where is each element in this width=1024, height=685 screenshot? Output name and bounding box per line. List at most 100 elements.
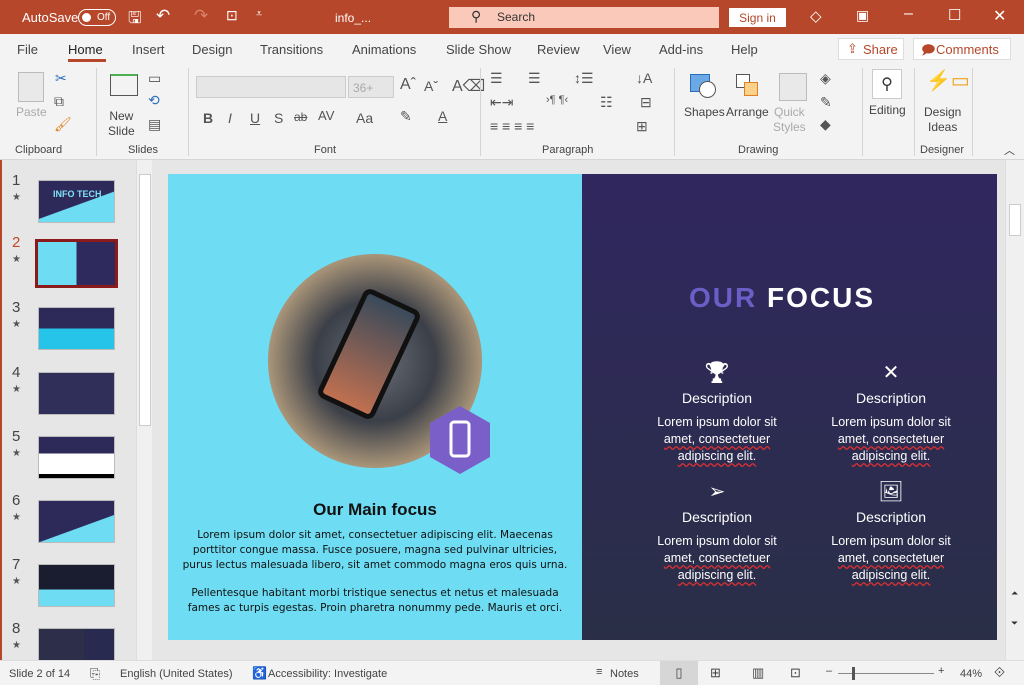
- save-icon[interactable]: 🖫: [128, 7, 142, 34]
- scrollbar-thumb[interactable]: [139, 174, 151, 426]
- file-name[interactable]: info_...: [335, 11, 371, 25]
- char-spacing-button[interactable]: AV: [318, 108, 334, 123]
- slide-counter[interactable]: Slide 2 of 14: [9, 668, 70, 680]
- shrink-font-icon[interactable]: Aˇ: [424, 78, 438, 94]
- diamond-icon[interactable]: ◇: [810, 7, 822, 25]
- slide-sorter-button[interactable]: ⊞: [710, 665, 721, 681]
- spell-check-icon[interactable]: ⎘: [90, 666, 100, 682]
- new-slide-button[interactable]: New Slide: [108, 109, 135, 139]
- fit-slide-icon[interactable]: ⟐: [994, 664, 1005, 681]
- italic-button[interactable]: I: [228, 110, 232, 126]
- maximize-button[interactable]: ☐: [948, 6, 961, 24]
- search-input[interactable]: ⚲ Search: [449, 7, 719, 28]
- slide-thumbnail[interactable]: [38, 307, 115, 350]
- shape-outline-icon[interactable]: ✎: [820, 94, 832, 111]
- reading-view-button[interactable]: ▥: [752, 665, 764, 681]
- tab-slide-show[interactable]: Slide Show: [446, 42, 511, 57]
- group-drawing: Drawing: [738, 144, 779, 156]
- tab-add-ins[interactable]: Add-ins: [659, 42, 703, 57]
- slide-thumbnail[interactable]: INFO TECH: [38, 180, 115, 223]
- shape-effects-icon[interactable]: ◆: [820, 116, 831, 133]
- collapse-ribbon-icon[interactable]: ︿: [1004, 142, 1015, 158]
- grow-font-icon[interactable]: Aˆ: [400, 76, 416, 94]
- align-icons[interactable]: ≡ ≡ ≡ ≡: [490, 118, 534, 134]
- zoom-slider-thumb[interactable]: [852, 667, 855, 680]
- slideshow-button[interactable]: ⊡: [790, 665, 801, 681]
- font-color-icon[interactable]: A: [438, 108, 447, 124]
- shadow-button[interactable]: S: [274, 110, 283, 126]
- redo-icon[interactable]: ↷: [194, 6, 208, 26]
- comments-button[interactable]: 🗩 Comments: [913, 38, 1011, 60]
- notes-button[interactable]: Notes: [610, 668, 639, 680]
- zoom-slider[interactable]: [838, 667, 934, 680]
- close-button[interactable]: ✕: [993, 6, 1006, 26]
- highlight-icon[interactable]: ✎: [400, 108, 412, 125]
- slide-scrollbar[interactable]: ⏶ ⏷: [1005, 160, 1024, 660]
- reset-icon[interactable]: ⟲: [148, 92, 160, 109]
- section-icon[interactable]: ▤: [148, 116, 161, 133]
- indent-icon[interactable]: ⇤⇥: [490, 94, 513, 111]
- font-family-select[interactable]: [196, 76, 346, 98]
- font-size-select[interactable]: 36+: [348, 76, 394, 98]
- bold-button[interactable]: B: [203, 110, 213, 126]
- slide-canvas[interactable]: Our Main focus Lorem ipsum dolor sit ame…: [168, 174, 997, 640]
- tab-view[interactable]: View: [603, 42, 631, 57]
- slide-thumbnail[interactable]: [38, 436, 115, 479]
- next-slide-icon[interactable]: ⏷: [1011, 618, 1018, 629]
- ltr-icon[interactable]: ›¶ ¶‹: [546, 94, 568, 106]
- columns-icon[interactable]: ☷: [600, 94, 613, 111]
- slide-thumbnail[interactable]: [38, 372, 115, 415]
- customize-toolbar-icon[interactable]: ⩡: [256, 8, 262, 21]
- autosave-toggle[interactable]: Off: [78, 9, 116, 26]
- tab-design[interactable]: Design: [192, 42, 232, 57]
- numbering-icon[interactable]: ☰: [528, 70, 541, 87]
- ribbon-display-icon[interactable]: ▣: [856, 7, 869, 24]
- normal-view-button[interactable]: ▯: [660, 661, 698, 685]
- slide-thumbnail[interactable]: [38, 564, 115, 607]
- prev-slide-icon[interactable]: ⏶: [1011, 588, 1018, 599]
- zoom-out-button[interactable]: –: [826, 665, 832, 677]
- line-spacing-icon[interactable]: ↕☰: [574, 70, 594, 87]
- quick-styles-button[interactable]: Quick Styles: [773, 105, 806, 135]
- slide-thumbnail[interactable]: [35, 239, 118, 288]
- zoom-level[interactable]: 44%: [960, 668, 982, 680]
- shapes-button[interactable]: Shapes: [684, 105, 725, 120]
- tab-help[interactable]: Help: [731, 42, 758, 57]
- item-line: amet, consectetuer: [837, 432, 945, 446]
- accessibility-status[interactable]: Accessibility: Investigate: [268, 668, 387, 680]
- thumbnail-scrollbar[interactable]: [136, 160, 152, 660]
- slide-thumbnail[interactable]: [38, 500, 115, 543]
- format-painter-icon[interactable]: 🖌: [54, 116, 72, 133]
- tab-review[interactable]: Review: [537, 42, 580, 57]
- bullets-icon[interactable]: ☰: [490, 70, 503, 87]
- shape-fill-icon[interactable]: ◈: [820, 70, 831, 87]
- tab-insert[interactable]: Insert: [132, 42, 165, 57]
- change-case-button[interactable]: Aa: [356, 110, 373, 126]
- minimize-button[interactable]: –: [904, 5, 913, 23]
- tab-file[interactable]: File: [17, 42, 38, 57]
- design-ideas-button[interactable]: Design Ideas: [924, 105, 961, 135]
- smartart-icon[interactable]: ⊞: [636, 118, 648, 135]
- share-button[interactable]: ⇪ Share: [838, 38, 904, 60]
- copy-icon[interactable]: ⧉: [54, 93, 64, 110]
- present-icon[interactable]: ⊡: [226, 7, 238, 24]
- tab-animations[interactable]: Animations: [352, 42, 416, 57]
- sign-in-button[interactable]: Sign in: [729, 8, 786, 27]
- align-text-icon[interactable]: ⊟: [640, 94, 652, 111]
- editing-button[interactable]: Editing: [869, 103, 906, 118]
- thumbnail-title: INFO TECH: [53, 189, 102, 199]
- tab-transitions[interactable]: Transitions: [260, 42, 323, 57]
- layout-icon[interactable]: ▭: [148, 70, 161, 87]
- underline-button[interactable]: U: [250, 110, 260, 126]
- text-direction-icon[interactable]: ↓A: [636, 70, 652, 86]
- zoom-in-button[interactable]: +: [938, 665, 944, 677]
- arrange-button[interactable]: Arrange: [726, 105, 769, 120]
- cut-icon[interactable]: ✂: [55, 70, 67, 87]
- focus-item: ➢ Description Lorem ipsum dolor sit amet,…: [632, 479, 802, 584]
- undo-icon[interactable]: ↶: [156, 6, 170, 26]
- language-status[interactable]: English (United States): [120, 668, 233, 680]
- tab-home[interactable]: Home: [68, 42, 103, 57]
- paste-button[interactable]: Paste: [16, 105, 47, 120]
- slide-scrollbar-thumb[interactable]: [1009, 204, 1021, 236]
- strikethrough-button[interactable]: ab: [294, 110, 307, 124]
